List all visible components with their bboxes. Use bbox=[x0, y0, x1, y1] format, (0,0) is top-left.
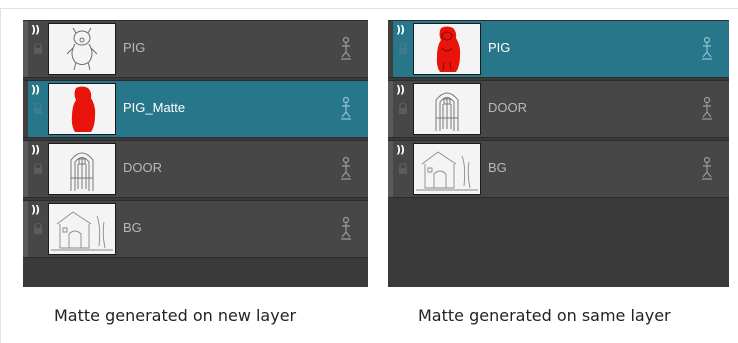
layer-panel-same-layer: )) PIG )) DOOR)) BG bbox=[388, 20, 729, 287]
pig-matte-icon bbox=[48, 83, 116, 135]
lock-icon[interactable] bbox=[398, 103, 408, 115]
background-icon bbox=[413, 143, 481, 195]
row-gutter bbox=[23, 81, 28, 137]
layer-name: PIG_Matte bbox=[123, 100, 186, 115]
caption-new-layer: Matte generated on new layer bbox=[54, 306, 297, 325]
row-gutter bbox=[23, 201, 28, 257]
eye-icon[interactable]: )) bbox=[31, 24, 40, 35]
layer-name: BG bbox=[123, 220, 142, 235]
eye-icon[interactable]: )) bbox=[31, 144, 40, 155]
layer-row-bg[interactable]: )) BG bbox=[23, 200, 368, 258]
layer-toggles: )) bbox=[395, 23, 413, 75]
layer-toggles: )) bbox=[30, 203, 48, 255]
layer-row-bg[interactable]: )) BG bbox=[388, 140, 729, 198]
layer-row-door[interactable]: )) DOOR bbox=[23, 140, 368, 198]
row-gutter bbox=[23, 141, 28, 197]
layer-name: PIG bbox=[488, 40, 511, 55]
layer-toggles: )) bbox=[30, 143, 48, 195]
layer-name: BG bbox=[488, 160, 507, 175]
caption-same-layer: Matte generated on same layer bbox=[418, 306, 671, 325]
layer-row-pig[interactable]: )) PIG bbox=[388, 20, 729, 78]
layer-toggles: )) bbox=[395, 83, 413, 135]
peg-icon[interactable] bbox=[340, 156, 352, 180]
row-gutter bbox=[23, 21, 28, 77]
lock-icon[interactable] bbox=[33, 43, 43, 55]
lock-icon[interactable] bbox=[33, 163, 43, 175]
layer-row-pig[interactable]: )) PIG bbox=[23, 20, 368, 78]
peg-icon[interactable] bbox=[701, 156, 713, 180]
pig-sketch-icon bbox=[48, 23, 116, 75]
eye-icon[interactable]: )) bbox=[396, 84, 405, 95]
background-icon bbox=[48, 203, 116, 255]
lock-icon[interactable] bbox=[33, 103, 43, 115]
layer-toggles: )) bbox=[30, 23, 48, 75]
layer-name: DOOR bbox=[488, 100, 527, 115]
eye-icon[interactable]: )) bbox=[31, 204, 40, 215]
row-gutter bbox=[388, 21, 393, 77]
frame-border-left bbox=[0, 8, 1, 343]
peg-icon[interactable] bbox=[701, 96, 713, 120]
peg-icon[interactable] bbox=[340, 96, 352, 120]
layer-name: DOOR bbox=[123, 160, 162, 175]
door-icon bbox=[48, 143, 116, 195]
row-gutter bbox=[388, 141, 393, 197]
layer-row-pig-matte[interactable]: )) PIG_Matte bbox=[23, 80, 368, 138]
eye-icon[interactable]: )) bbox=[31, 84, 40, 95]
eye-icon[interactable]: )) bbox=[396, 24, 405, 35]
lock-icon[interactable] bbox=[398, 43, 408, 55]
row-gutter bbox=[388, 81, 393, 137]
layer-toggles: )) bbox=[395, 143, 413, 195]
door-icon bbox=[413, 83, 481, 135]
frame-border-top bbox=[0, 8, 738, 9]
peg-icon[interactable] bbox=[701, 36, 713, 60]
layer-name: PIG bbox=[123, 40, 146, 55]
lock-icon[interactable] bbox=[398, 163, 408, 175]
layer-toggles: )) bbox=[30, 83, 48, 135]
peg-icon[interactable] bbox=[340, 36, 352, 60]
layer-panel-new-layer: )) PIG)) PIG_Matte)) DOOR)) BG bbox=[23, 20, 368, 287]
pig-matte-icon bbox=[413, 23, 481, 75]
peg-icon[interactable] bbox=[340, 216, 352, 240]
eye-icon[interactable]: )) bbox=[396, 144, 405, 155]
layer-row-door[interactable]: )) DOOR bbox=[388, 80, 729, 138]
lock-icon[interactable] bbox=[33, 223, 43, 235]
